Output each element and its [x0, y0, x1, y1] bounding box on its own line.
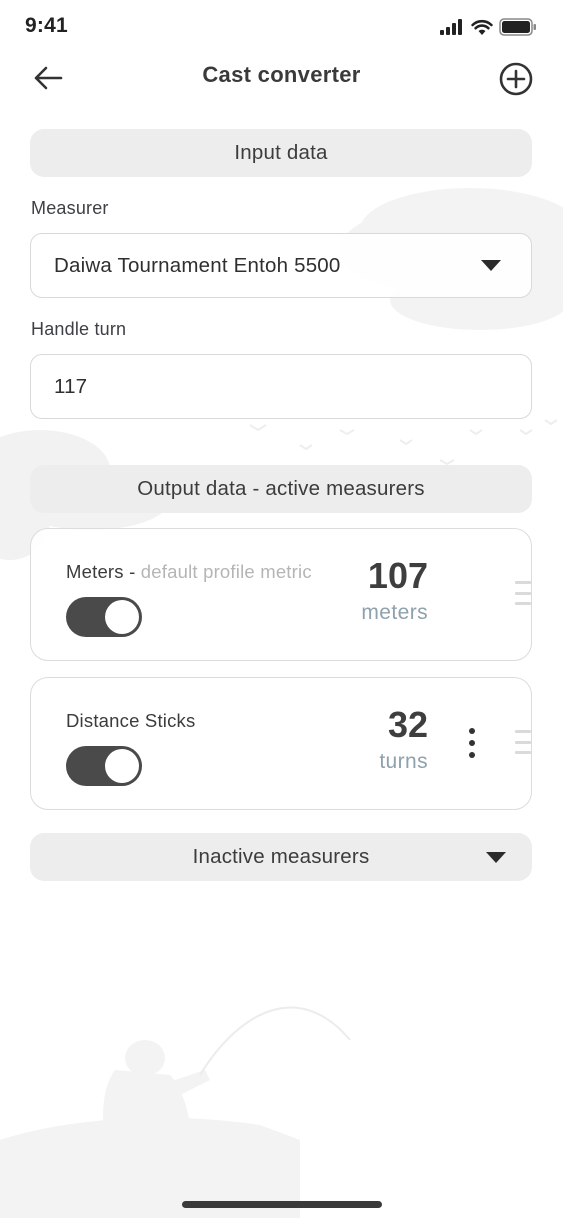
cellular-signal-icon — [440, 19, 462, 35]
measurer-toggle[interactable] — [66, 597, 142, 637]
battery-icon — [499, 18, 536, 36]
measurer-value: 107 — [367, 555, 428, 596]
chevron-down-icon — [486, 852, 506, 863]
home-indicator[interactable] — [182, 1201, 382, 1208]
handle-turn-value: 117 — [54, 374, 88, 398]
measurer-unit: turns — [379, 750, 428, 773]
toggle-knob — [105, 600, 139, 634]
measurer-select-value: Daiwa Tournament Entoh 5500 — [54, 253, 341, 277]
measurer-card-meters: Meters - default profile metric 107 mete… — [30, 528, 532, 661]
status-bar: 9:41 — [0, 0, 563, 54]
measurer-select[interactable]: Daiwa Tournament Entoh 5500 — [30, 233, 532, 298]
measurer-toggle[interactable] — [66, 746, 142, 786]
handle-turn-label: Handle turn — [31, 319, 127, 339]
input-section-header: Input data — [30, 129, 532, 177]
nav-header: Cast converter — [0, 54, 563, 102]
page-title: Cast converter — [202, 62, 361, 87]
measurer-name: Distance Sticks — [66, 710, 195, 732]
measurer-name-text: Distance Sticks — [66, 710, 196, 731]
drag-handle-icon[interactable] — [515, 581, 531, 605]
measurer-name-separator: - — [123, 561, 141, 582]
inactive-measurers-toggle[interactable]: Inactive measurers — [30, 833, 532, 881]
wifi-icon — [471, 19, 493, 35]
plus-circle-icon — [499, 62, 533, 96]
measurer-name-text: Meters — [66, 561, 124, 582]
measurer-value: 32 — [387, 704, 428, 745]
status-time: 9:41 — [25, 14, 68, 37]
chevron-down-icon — [481, 260, 501, 271]
add-button[interactable] — [499, 62, 533, 96]
toggle-knob — [105, 749, 139, 783]
measurer-subtitle: default profile metric — [140, 561, 312, 582]
handle-turn-input[interactable]: 117 — [30, 354, 532, 419]
more-vertical-icon[interactable] — [467, 728, 477, 758]
drag-handle-icon[interactable] — [515, 730, 531, 754]
output-section-header: Output data - active measurers — [30, 465, 532, 513]
measurer-unit: meters — [361, 601, 428, 624]
measurer-card-distance-sticks: Distance Sticks 32 turns — [30, 677, 532, 810]
inactive-measurers-label: Inactive measurers — [192, 845, 370, 868]
status-icons — [439, 18, 537, 36]
measurer-name: Meters - default profile metric — [66, 561, 312, 583]
measurer-label: Measurer — [31, 198, 109, 218]
